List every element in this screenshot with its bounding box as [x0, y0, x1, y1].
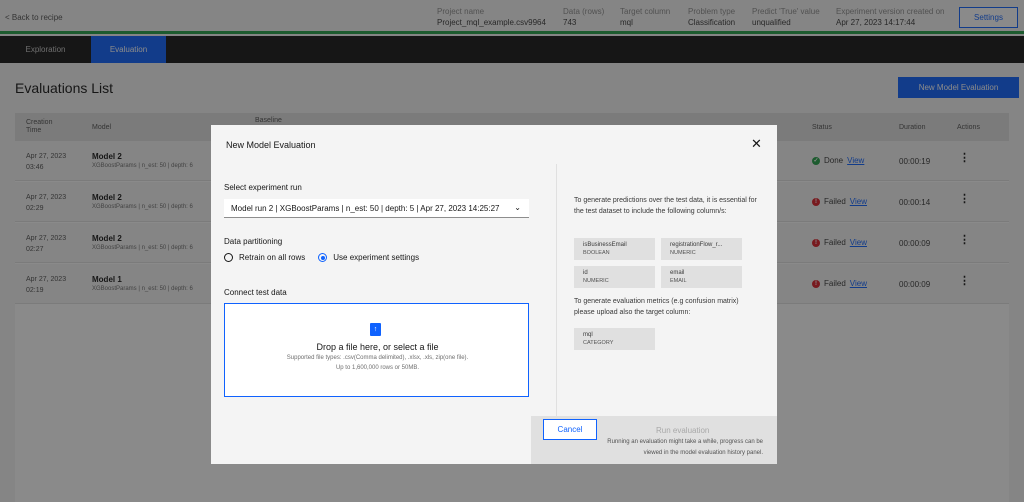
column-chip: isBusinessEmail BOOLEAN	[574, 238, 655, 260]
column-chip: registrationFlow_r... NUMERIC	[661, 238, 742, 260]
footer-note: Running an evaluation might take a while…	[607, 439, 763, 456]
radio-retrain-on-all-rows[interactable]	[224, 253, 233, 262]
dropzone-limit: Up to 1,600,000 rows or 50MB.	[335, 365, 420, 371]
file-dropzone[interactable]: ↑ Drop a file here, or select a file Sup…	[224, 303, 529, 397]
data-partitioning-label: Data partitioning	[224, 237, 283, 246]
column-chip: email EMAIL	[661, 266, 742, 288]
dropzone-title[interactable]: Drop a file here, or select a file	[225, 342, 530, 352]
radio-retrain-label[interactable]: Retrain on all rows	[239, 253, 305, 262]
run-evaluation-button[interactable]: Run evaluation	[656, 426, 709, 435]
close-icon[interactable]: ✕	[751, 137, 762, 150]
cancel-button[interactable]: Cancel	[543, 419, 597, 440]
experiment-run-label: Select experiment run	[224, 183, 302, 192]
connect-test-data-label: Connect test data	[224, 288, 287, 297]
upload-file-icon: ↑	[370, 323, 381, 336]
radio-experiment-label[interactable]: Use experiment settings	[333, 253, 419, 262]
data-partitioning-radio-group: Retrain on all rows Use experiment setti…	[224, 253, 419, 262]
required-columns-info: To generate predictions over the test da…	[574, 197, 757, 215]
modal-title: New Model Evaluation	[226, 140, 316, 150]
target-column-info: To generate evaluation metrics (e.g conf…	[574, 298, 739, 316]
radio-use-experiment-settings[interactable]	[318, 253, 328, 262]
chevron-down-icon: ⌄	[514, 203, 521, 212]
new-model-evaluation-modal: New Model Evaluation ✕ Select experiment…	[211, 125, 777, 464]
experiment-run-select[interactable]: Model run 2 | XGBoostParams | n_est: 50 …	[224, 199, 529, 218]
column-chip: id NUMERIC	[574, 266, 655, 288]
modal-form-panel: Select experiment run Model run 2 | XGBo…	[211, 164, 556, 416]
modal-info-panel: To generate predictions over the test da…	[556, 164, 777, 416]
target-column-chip: mql CATEGORY	[574, 328, 655, 350]
dropzone-file-types: Supported file types: .csv(Comma delimit…	[286, 355, 469, 361]
